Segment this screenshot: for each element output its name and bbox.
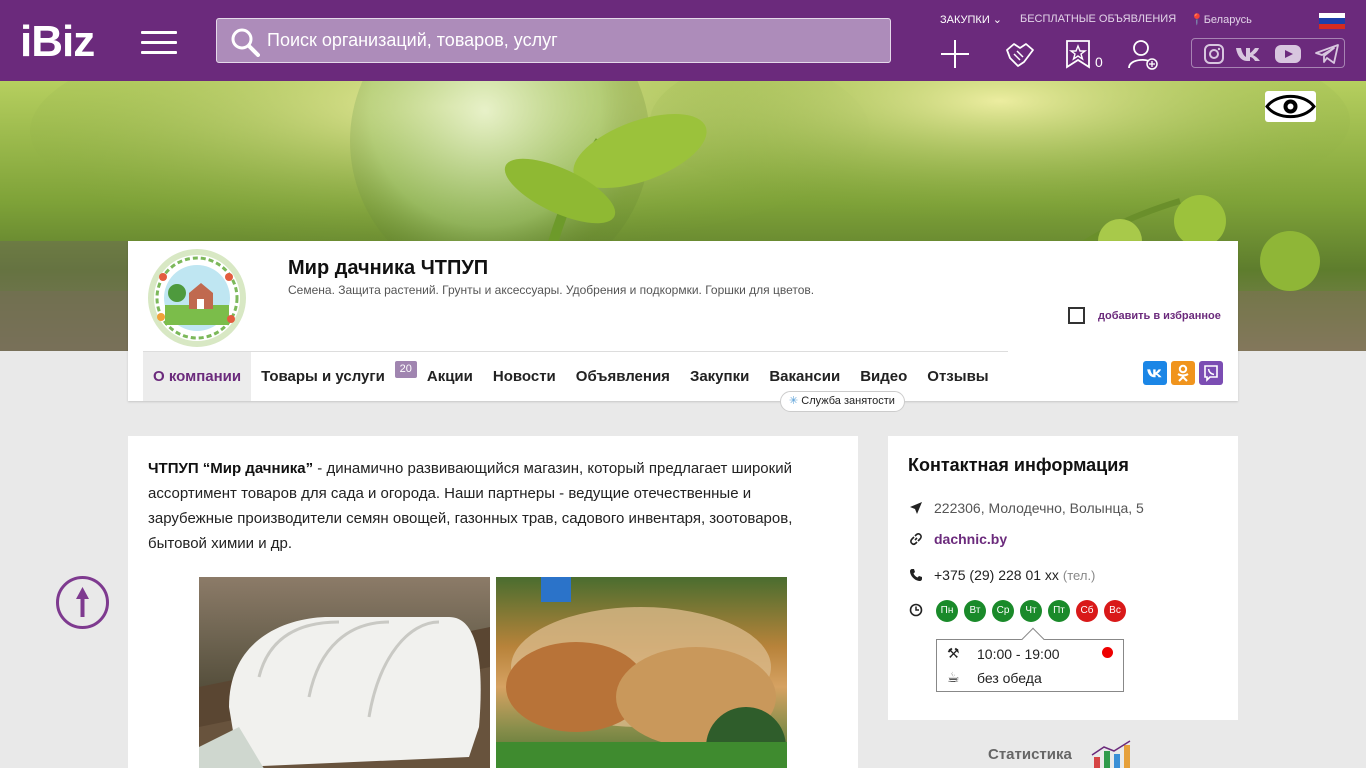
greenhouse-photo[interactable] xyxy=(199,577,490,768)
share-viber-button[interactable] xyxy=(1199,361,1223,385)
day-friday[interactable]: Пт xyxy=(1048,600,1070,622)
day-tuesday[interactable]: Вт xyxy=(964,600,986,622)
phone-note: (тел.) xyxy=(1062,567,1096,583)
share-odnoklassniki-button[interactable] xyxy=(1171,361,1195,385)
weekday-list: Пн Вт Ср Чт Пт Сб Вс xyxy=(936,600,1132,622)
search-input[interactable] xyxy=(267,19,877,62)
working-hours: 10:00 - 19:00 xyxy=(977,645,1060,662)
eye-icon xyxy=(1265,94,1316,119)
closed-status-indicator xyxy=(1102,647,1113,658)
tab-goods-label: Товары и услуги xyxy=(261,368,385,385)
employment-service-label: Служба занятости xyxy=(801,395,895,407)
working-hours-popup: ⚒ 10:00 - 19:00 ☕ без обеда xyxy=(936,627,1124,692)
favorites-label[interactable]: добавить в избранное xyxy=(1098,310,1221,322)
schedule-row xyxy=(908,602,934,618)
statistics-label: Статистика xyxy=(988,746,1072,763)
russian-flag-icon[interactable] xyxy=(1319,13,1345,29)
add-user-icon[interactable] xyxy=(1127,38,1159,70)
chevron-down-icon: ⌄ xyxy=(992,14,1003,26)
tab-about[interactable]: О компании xyxy=(143,352,252,401)
about-panel: ЧТПУП “Мир дачника” - динамично развиваю… xyxy=(128,436,858,768)
favorites-icon[interactable] xyxy=(1062,38,1094,70)
about-text: ЧТПУП “Мир дачника” - динамично развиваю… xyxy=(148,456,828,556)
address-text: 222306, Молодечно, Волынца, 5 xyxy=(934,500,1144,516)
telegram-icon[interactable] xyxy=(1314,43,1340,65)
tab-promotions[interactable]: Акции xyxy=(417,352,483,401)
statistics-link[interactable]: Статистика xyxy=(988,746,1072,763)
day-sunday[interactable]: Вс xyxy=(1104,600,1126,622)
free-ads-link[interactable]: БЕСПЛАТНЫЕ ОБЪЯВЛЕНИЯ xyxy=(1020,13,1176,25)
website-link[interactable]: dachnic.by xyxy=(934,531,1007,547)
youtube-icon[interactable] xyxy=(1274,43,1302,65)
tab-ads[interactable]: Объявления xyxy=(566,352,680,401)
day-monday[interactable]: Пн xyxy=(936,600,958,622)
favorites-checkbox[interactable] xyxy=(1068,307,1085,324)
add-icon[interactable] xyxy=(939,38,971,70)
top-header: iBiz ЗАКУПКИ ⌄ БЕСПЛАТНЫЕ ОБЪЯВЛЕНИЯ 📍Бе… xyxy=(0,0,1366,81)
viber-icon xyxy=(1204,365,1218,382)
employment-service-tag[interactable]: ✳ Служба занятости xyxy=(780,391,905,412)
phone-number[interactable]: +375 (29) 228 01 xx xyxy=(934,567,1059,583)
company-name: Мир дачника ЧТПУП xyxy=(288,257,489,279)
favorites-count: 0 xyxy=(1095,54,1103,70)
clock-icon xyxy=(908,602,924,618)
share-vk-button[interactable] xyxy=(1143,361,1167,385)
website-row: dachnic.by xyxy=(908,531,1007,547)
tab-goods[interactable]: Товары и услуги 20 xyxy=(251,352,417,401)
lunch-break: без обеда xyxy=(977,669,1042,686)
tools-icon: ⚒ xyxy=(947,645,960,661)
ibiz-logo[interactable]: iBiz xyxy=(20,20,95,64)
link-icon xyxy=(908,531,924,547)
search-bar[interactable] xyxy=(216,18,891,63)
region-link[interactable]: 📍Беларусь xyxy=(1190,13,1252,26)
instagram-icon[interactable] xyxy=(1203,43,1225,65)
sparkle-icon: ✳ xyxy=(789,395,799,407)
purchases-link[interactable]: ЗАКУПКИ ⌄ xyxy=(940,13,1002,26)
company-card: Мир дачника ЧТПУП Семена. Защита растени… xyxy=(128,241,1238,412)
tab-news[interactable]: Новости xyxy=(483,352,566,401)
statistics-chart-icon[interactable] xyxy=(1090,739,1138,768)
goods-count-badge: 20 xyxy=(394,361,417,378)
hours-row: ⚒ 10:00 - 19:00 xyxy=(947,645,1060,662)
tab-purchases[interactable]: Закупки xyxy=(680,352,759,401)
company-logo[interactable] xyxy=(143,247,251,349)
garden-grass-photo[interactable] xyxy=(496,577,787,768)
day-saturday[interactable]: Сб xyxy=(1076,600,1098,622)
social-links xyxy=(1191,38,1345,68)
location-arrow-icon xyxy=(908,500,924,516)
day-thursday[interactable]: Чт xyxy=(1020,600,1042,622)
arrow-up-icon xyxy=(76,587,89,617)
scroll-up-button[interactable] xyxy=(56,576,109,629)
vk-icon[interactable] xyxy=(1234,43,1264,65)
coffee-cup-icon: ☕ xyxy=(947,669,960,685)
add-to-favorites[interactable]: добавить в избранное xyxy=(1068,307,1221,324)
handshake-icon[interactable] xyxy=(1004,38,1036,70)
menu-icon[interactable] xyxy=(141,31,177,55)
accessibility-eye-button[interactable] xyxy=(1265,91,1316,122)
address-row: 222306, Молодечно, Волынца, 5 xyxy=(908,500,1144,516)
location-pin-icon: 📍 xyxy=(1190,14,1204,26)
company-description: Семена. Защита растений. Грунты и аксесс… xyxy=(288,283,815,297)
day-wednesday[interactable]: Ср xyxy=(992,600,1014,622)
phone-icon xyxy=(908,567,924,583)
vk-icon xyxy=(1147,369,1162,378)
contacts-panel: Контактная информация 222306, Молодечно,… xyxy=(888,436,1238,720)
odnoklassniki-icon xyxy=(1177,364,1189,382)
contacts-title: Контактная информация xyxy=(908,455,1129,475)
tab-reviews[interactable]: Отзывы xyxy=(917,352,998,401)
lunch-row: ☕ без обеда xyxy=(947,669,1042,686)
phone-row: +375 (29) 228 01 xx (тел.) xyxy=(908,567,1095,583)
search-icon xyxy=(231,28,260,57)
about-lead: ЧТПУП “Мир дачника” xyxy=(148,460,314,477)
